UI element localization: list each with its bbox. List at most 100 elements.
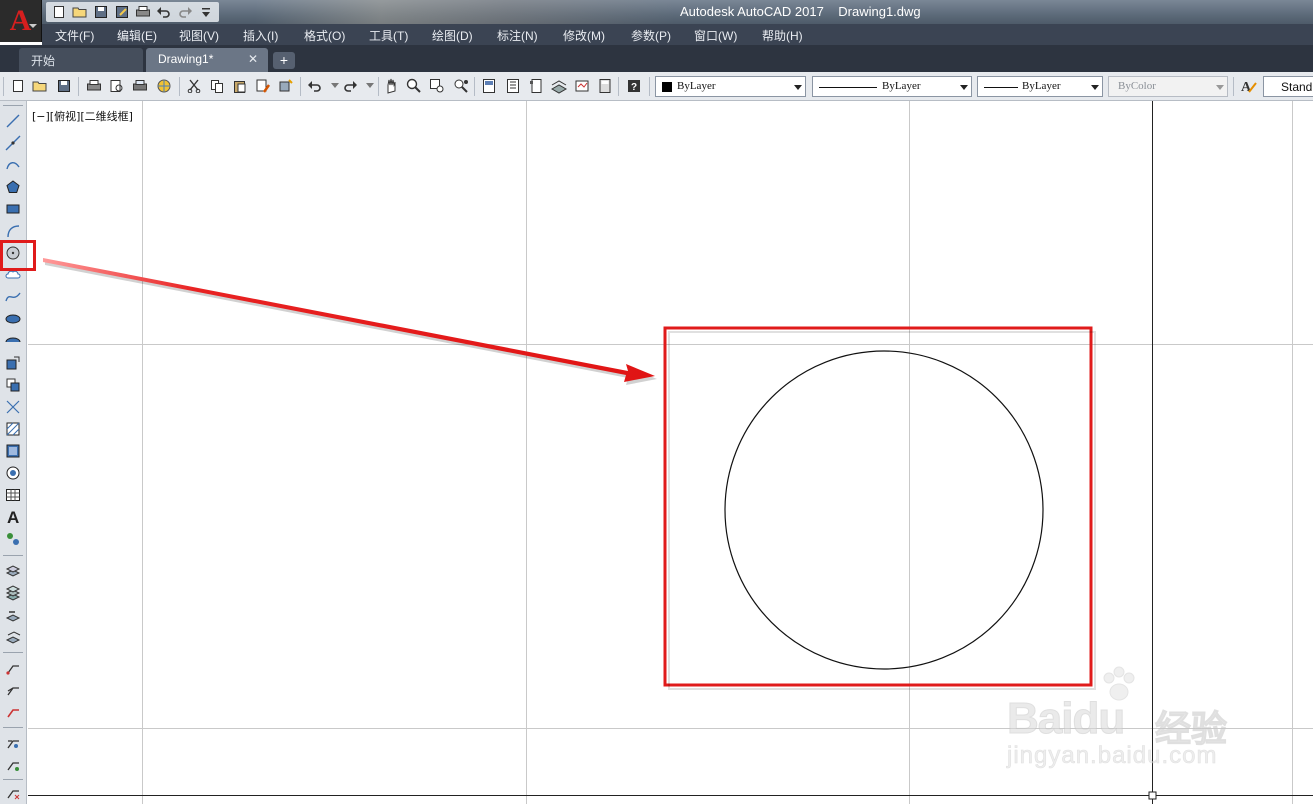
- make-block-icon[interactable]: [3, 375, 23, 395]
- pan-icon[interactable]: [383, 77, 401, 95]
- line-icon[interactable]: [3, 111, 23, 131]
- toolbar-separator: [378, 77, 379, 96]
- table-icon[interactable]: [3, 485, 23, 505]
- add-selected-icon[interactable]: [3, 529, 23, 549]
- construction-line-icon[interactable]: [3, 133, 23, 153]
- rectangle-icon[interactable]: [3, 199, 23, 219]
- menu-modify[interactable]: 修改(M): [563, 27, 605, 44]
- zoom-realtime-icon[interactable]: [405, 77, 423, 95]
- menu-tools[interactable]: 工具(T): [369, 27, 408, 44]
- plot-icon[interactable]: [133, 3, 153, 21]
- customize-icon[interactable]: [196, 3, 216, 21]
- polyline-icon[interactable]: [3, 155, 23, 175]
- menu-view[interactable]: 视图(V): [179, 27, 219, 44]
- zoom-previous-icon[interactable]: [452, 77, 470, 95]
- layer-properties-icon[interactable]: [3, 561, 23, 581]
- layer-previous-icon[interactable]: [3, 605, 23, 625]
- undo-icon[interactable]: [154, 3, 174, 21]
- paste-icon[interactable]: [231, 77, 249, 95]
- chevron-down-icon: [29, 24, 37, 28]
- linetype-combo[interactable]: ByLayer: [812, 76, 972, 97]
- hatch-icon[interactable]: [3, 419, 23, 439]
- text-style-combo[interactable]: Stand: [1263, 76, 1313, 97]
- tab-start[interactable]: 开始: [19, 48, 143, 72]
- menu-edit[interactable]: 编辑(E): [117, 27, 157, 44]
- open-icon[interactable]: [70, 3, 90, 21]
- remove-leader-icon[interactable]: [3, 783, 23, 803]
- tab-start-label: 开始: [31, 54, 56, 68]
- close-icon[interactable]: ✕: [248, 52, 258, 66]
- markup-set-icon[interactable]: [573, 77, 591, 95]
- toolbar-grip[interactable]: [3, 105, 23, 106]
- insert-block-icon[interactable]: [3, 353, 23, 373]
- sheet-set-icon[interactable]: [550, 77, 568, 95]
- layer-state-icon[interactable]: [3, 583, 23, 603]
- toolbar-separator: [649, 77, 650, 96]
- toolbar-grip[interactable]: [3, 77, 4, 96]
- design-center-icon[interactable]: [504, 77, 522, 95]
- block-editor-icon[interactable]: [277, 77, 295, 95]
- arc-icon[interactable]: [3, 221, 23, 241]
- color-combo[interactable]: ByLayer: [655, 76, 806, 97]
- chevron-down-icon: [1216, 85, 1224, 90]
- multiline-text-icon[interactable]: A: [3, 507, 23, 527]
- menu-draw[interactable]: 绘图(D): [432, 27, 473, 44]
- svg-text:A: A: [1241, 80, 1252, 95]
- align-leader-icon[interactable]: [3, 733, 23, 753]
- drawing-canvas[interactable]: [−][俯视][二维线框] Baidu 经验 jingyan.baidu.com: [28, 101, 1313, 804]
- lineweight-combo[interactable]: ByLayer: [977, 76, 1103, 97]
- point-icon[interactable]: [3, 397, 23, 417]
- watermark: Baidu 经验 jingyan.baidu.com: [1006, 664, 1247, 774]
- gradient-icon[interactable]: [3, 441, 23, 461]
- zoom-window-icon[interactable]: [428, 77, 446, 95]
- copy-icon[interactable]: [208, 77, 226, 95]
- menu-format[interactable]: 格式(O): [304, 27, 345, 44]
- properties-icon[interactable]: [480, 77, 498, 95]
- menu-dimension[interactable]: 标注(N): [497, 27, 538, 44]
- plot-preview-icon[interactable]: [108, 77, 126, 95]
- new-icon[interactable]: [9, 77, 27, 95]
- plotstyle-combo[interactable]: ByColor: [1108, 76, 1228, 97]
- new-tab-button[interactable]: +: [273, 52, 295, 69]
- collect-leader-icon[interactable]: [3, 755, 23, 775]
- quickcalc-icon[interactable]: [596, 77, 614, 95]
- text-style-icon[interactable]: A: [1240, 77, 1258, 95]
- multileader-icon[interactable]: [3, 680, 23, 700]
- menu-bar: 文件(F) 编辑(E) 视图(V) 插入(I) 格式(O) 工具(T) 绘图(D…: [42, 24, 1313, 45]
- save-icon[interactable]: [91, 3, 111, 21]
- toolbar-separator: [300, 77, 301, 96]
- new-icon[interactable]: [49, 3, 69, 21]
- menu-insert[interactable]: 插入(I): [243, 27, 278, 44]
- layer-walk-icon[interactable]: [3, 627, 23, 647]
- menu-help[interactable]: 帮助(H): [762, 27, 803, 44]
- cut-icon[interactable]: [185, 77, 203, 95]
- spline-icon[interactable]: [3, 287, 23, 307]
- saveas-icon[interactable]: [112, 3, 132, 21]
- tool-palettes-icon[interactable]: [527, 77, 545, 95]
- redo-icon[interactable]: [341, 77, 359, 95]
- redo-dropdown-icon[interactable]: [361, 77, 379, 95]
- tab-drawing1[interactable]: Drawing1* ✕: [146, 48, 268, 72]
- menu-parameter[interactable]: 参数(P): [631, 27, 671, 44]
- viewport-controls-label[interactable]: [−][俯视][二维线框]: [32, 108, 133, 124]
- help-icon[interactable]: ?: [625, 77, 643, 95]
- leader-style-icon[interactable]: [3, 702, 23, 722]
- watermark-url: jingyan.baidu.com: [1007, 742, 1218, 770]
- plot-icon[interactable]: [85, 77, 103, 95]
- menu-window[interactable]: 窗口(W): [694, 27, 737, 44]
- open-icon[interactable]: [31, 77, 49, 95]
- undo-icon[interactable]: [306, 77, 324, 95]
- polygon-icon[interactable]: [3, 177, 23, 197]
- quick-leader-icon[interactable]: [3, 658, 23, 678]
- menu-file[interactable]: 文件(F): [55, 27, 94, 44]
- 3d-print-icon[interactable]: [155, 77, 173, 95]
- region-icon[interactable]: [3, 463, 23, 483]
- application-menu-button[interactable]: A: [0, 0, 42, 42]
- ellipse-icon[interactable]: [3, 309, 23, 329]
- redo-icon[interactable]: [175, 3, 195, 21]
- match-properties-icon[interactable]: [254, 77, 272, 95]
- ellipse-arc-icon[interactable]: [3, 331, 23, 351]
- publish-icon[interactable]: [131, 77, 149, 95]
- toolbar-separator: [618, 77, 619, 96]
- save-icon[interactable]: [55, 77, 73, 95]
